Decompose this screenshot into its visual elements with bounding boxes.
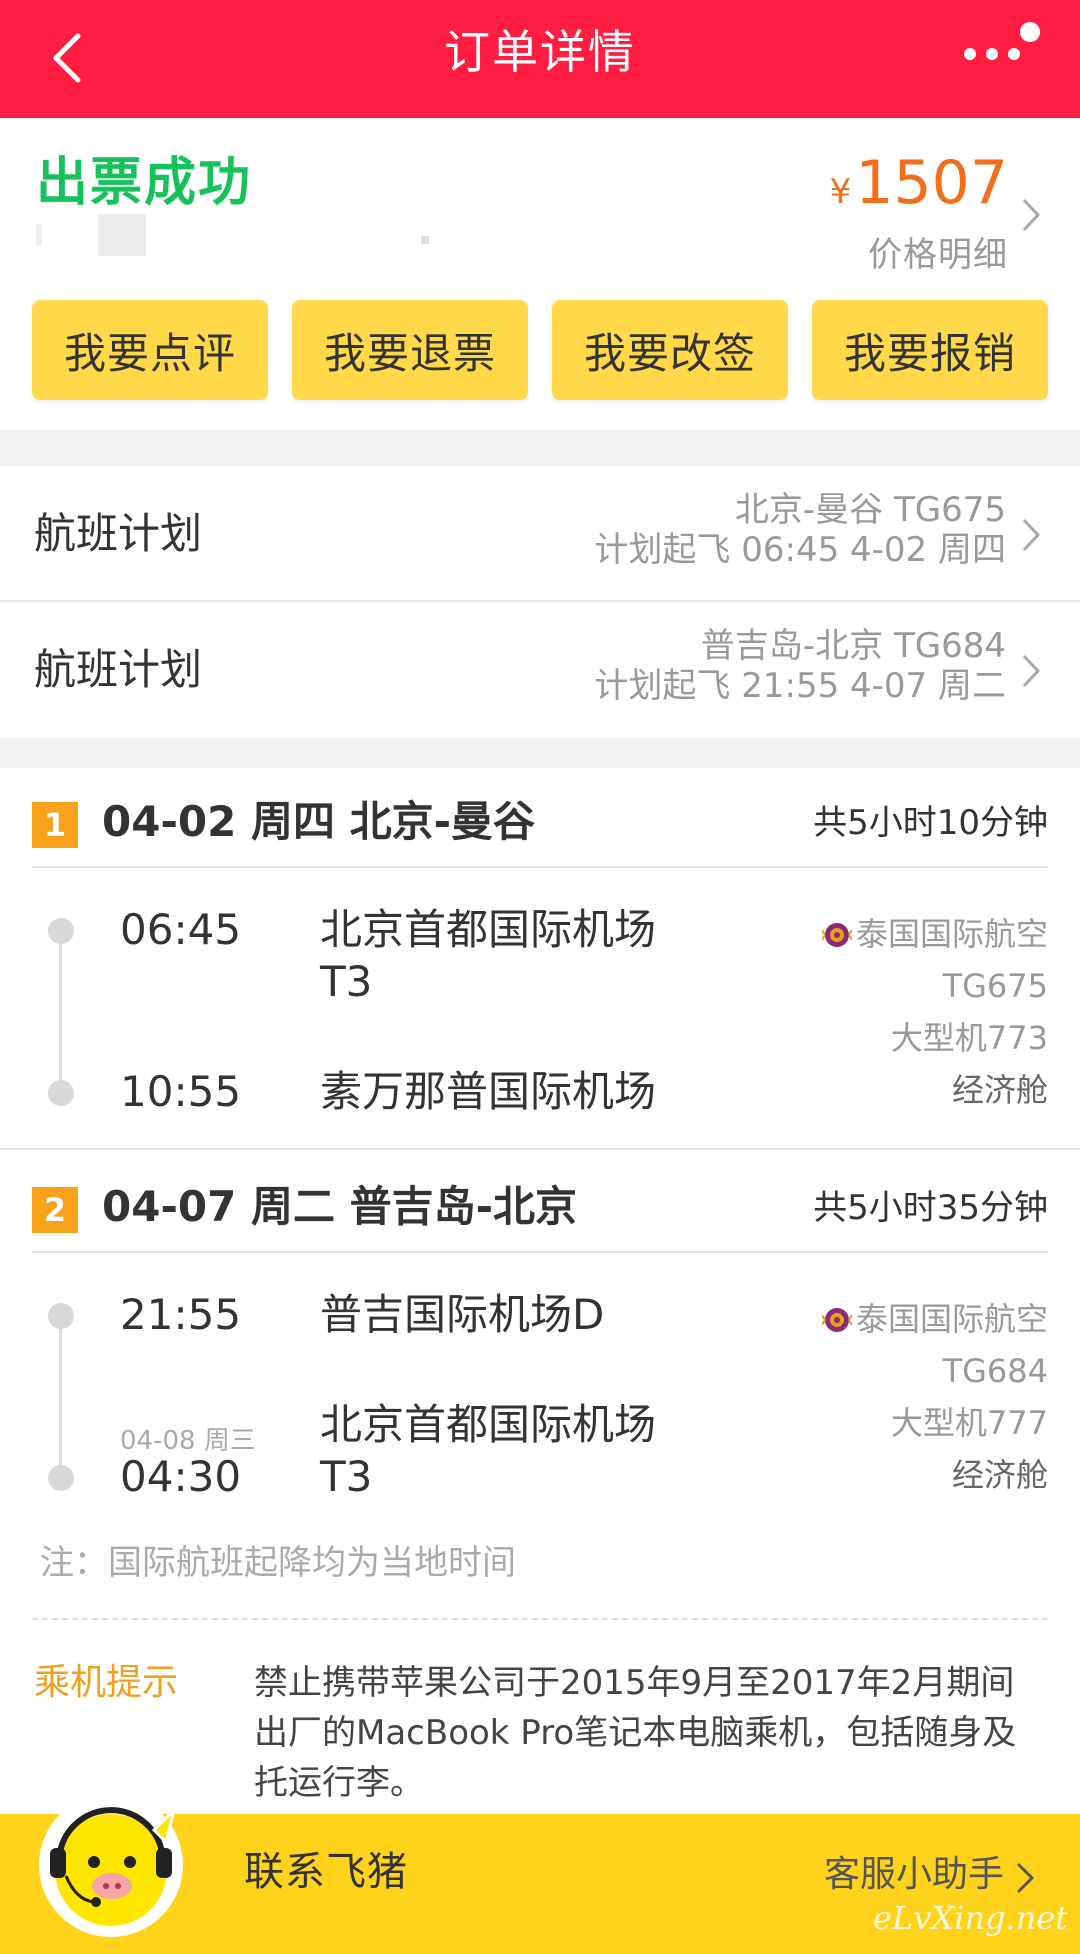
flight-plan-row[interactable]: 航班计划 北京-曼谷 TG675 计划起飞 06:45 4-02 周四	[0, 466, 1080, 602]
boarding-tip-label: 乘机提示	[34, 1662, 179, 1703]
boarding-tip: 乘机提示 禁止携带苹果公司于2015年9月至2017年2月期间出厂的MacBoo…	[0, 1618, 1080, 1818]
flight-plans: 航班计划 北京-曼谷 TG675 计划起飞 06:45 4-02 周四 航班计划…	[0, 466, 1080, 738]
flight-plan-route: 北京-曼谷 TG675	[734, 490, 1006, 530]
flight-plan-label: 航班计划	[34, 645, 203, 694]
arrival-time: 04:30	[120, 1452, 242, 1501]
departure-airport: 北京首都国际机场 T3	[320, 904, 656, 1008]
price-amount: 1507	[855, 148, 1008, 218]
segment-title: 04-07 周二 普吉岛-北京	[102, 1182, 578, 1231]
arrival-time: 10:55	[120, 1067, 242, 1116]
flight-plan-schedule: 计划起飞 21:55 4-07 周二	[594, 666, 1006, 706]
segment-divider	[0, 1148, 1080, 1150]
departure-dot	[48, 1303, 74, 1329]
chevron-right-icon[interactable]	[1016, 190, 1046, 240]
departure-time: 06:45	[120, 905, 242, 954]
arrival-airport-name: 北京首都国际机场	[320, 1400, 657, 1449]
contact-fliggy-label[interactable]: 联系飞猪	[244, 1842, 408, 1902]
thai-airways-logo-icon	[821, 1308, 852, 1332]
segment-title: 04-02 周四 北京-曼谷	[102, 797, 536, 846]
chevron-right-icon	[1022, 654, 1041, 688]
flight-details: 泰国国际航空 TG675 大型机773 经济舱	[821, 908, 1048, 1116]
fliggy-mascot-icon	[39, 1793, 183, 1937]
chevron-right-icon[interactable]	[1012, 1856, 1040, 1900]
flight-plan-row[interactable]: 航班计划 普吉岛-北京 TG684 计划起飞 21:55 4-07 周二	[0, 602, 1080, 738]
flight-plan-label: 航班计划	[34, 509, 203, 558]
airline-name: 泰国国际航空	[821, 908, 1048, 960]
aircraft-type: 大型机777	[890, 1404, 1048, 1442]
change-ticket-button[interactable]: 我要改签	[552, 300, 788, 400]
arrival-airport: 北京首都国际机场 T3	[320, 1399, 656, 1503]
watermark: eLvXing.net	[873, 1899, 1068, 1937]
aircraft-type: 大型机773	[890, 1019, 1048, 1057]
page-title: 订单详情	[444, 25, 636, 79]
arrival-terminal: T3	[320, 1452, 373, 1501]
review-button[interactable]: 我要点评	[32, 300, 268, 400]
flight-details: 泰国国际航空 TG684 大型机777 经济舱	[821, 1293, 1048, 1501]
flight-number: TG684	[942, 1352, 1048, 1390]
thai-airways-logo-icon	[821, 923, 852, 947]
refund-button[interactable]: 我要退票	[292, 300, 528, 400]
segment-header: 1 04-02 周四 北京-曼谷 共5小时10分钟	[32, 768, 1048, 868]
flight-plan-route: 普吉岛-北京 TG684	[700, 626, 1006, 666]
app-header: 订单详情	[0, 0, 1080, 118]
arrival-dot	[48, 1080, 74, 1106]
price-block[interactable]: ¥1507 价格明细	[830, 148, 1008, 277]
flight-number: TG675	[942, 967, 1048, 1005]
airline-label: 泰国国际航空	[855, 915, 1048, 953]
order-status-card: 出票成功 ¥1507 价格明细 我要点评 我要退票 我要改签 我要报销	[0, 118, 1080, 430]
currency-symbol: ¥	[829, 172, 852, 212]
departure-terminal: T3	[320, 957, 373, 1006]
price-detail-link[interactable]: 价格明细	[830, 233, 1008, 277]
arrival-dot	[48, 1465, 74, 1491]
cabin-class: 经济舱	[951, 1456, 1048, 1494]
ticket-status: 出票成功	[36, 153, 253, 213]
segment-number-badge: 1	[32, 802, 78, 848]
departure-dot	[48, 918, 74, 944]
customer-service-link[interactable]: 客服小助手	[824, 1850, 1004, 1900]
timeline-line	[59, 932, 62, 1092]
cabin-class: 经济舱	[951, 1071, 1048, 1109]
timeline-line	[59, 1316, 62, 1476]
airline-label: 泰国国际航空	[855, 1300, 1048, 1338]
segment-duration: 共5小时10分钟	[813, 803, 1048, 843]
flight-plan-schedule: 计划起飞 06:45 4-02 周四	[594, 530, 1006, 570]
dashed-divider	[32, 1618, 1048, 1620]
chevron-right-icon	[1022, 518, 1041, 552]
flight-plan-info: 普吉岛-北京 TG684 计划起飞 21:55 4-07 周二	[594, 626, 1006, 706]
local-time-note: 注：国际航班起降均为当地时间	[40, 1543, 516, 1583]
segment-duration: 共5小时35分钟	[813, 1188, 1048, 1228]
arrival-airport: 素万那普国际机场	[320, 1067, 657, 1116]
flight-plan-info: 北京-曼谷 TG675 计划起飞 06:45 4-02 周四	[594, 490, 1006, 570]
more-dots-icon[interactable]	[960, 16, 1040, 86]
order-price: ¥1507	[830, 148, 1008, 233]
action-buttons: 我要点评 我要退票 我要改签 我要报销	[32, 300, 1048, 400]
status-subtext-redacted	[36, 214, 456, 256]
departure-airport: 普吉国际机场D	[320, 1290, 605, 1339]
reimburse-button[interactable]: 我要报销	[812, 300, 1048, 400]
segment-number-badge: 2	[32, 1187, 78, 1233]
segment-header: 2 04-07 周二 普吉岛-北京 共5小时35分钟	[32, 1153, 1048, 1253]
airline-name: 泰国国际航空	[821, 1293, 1048, 1345]
departure-time: 21:55	[120, 1290, 242, 1339]
departure-airport-name: 北京首都国际机场	[320, 905, 657, 954]
itinerary: 1 04-02 周四 北京-曼谷 共5小时10分钟 06:45 北京首都国际机场…	[0, 768, 1080, 1618]
boarding-tip-text: 禁止携带苹果公司于2015年9月至2017年2月期间出厂的MacBook Pro…	[254, 1663, 1017, 1803]
